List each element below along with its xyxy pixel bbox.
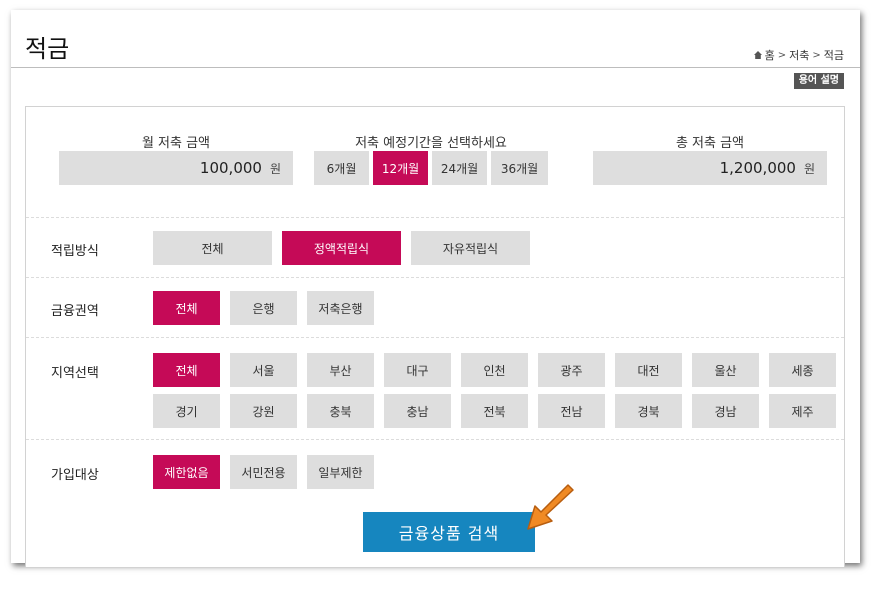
region-option[interactable]: 인천 — [461, 353, 528, 387]
monthly-amount-label: 월 저축 금액 — [141, 136, 211, 151]
region-label: 지역선택 — [51, 366, 99, 381]
region-option[interactable]: 광주 — [538, 353, 605, 387]
chevron-right-icon: > — [812, 49, 821, 61]
period-12-months-button[interactable]: 12개월 — [373, 151, 428, 185]
region-option[interactable]: 경기 — [153, 394, 220, 428]
method-option-free[interactable]: 자유적립식 — [411, 231, 530, 265]
section-divider — [26, 277, 844, 278]
breadcrumb-savings[interactable]: 저축 — [789, 47, 809, 63]
breadcrumb-current: 적금 — [823, 49, 844, 62]
method-label: 적립방식 — [51, 244, 99, 259]
breadcrumb: 홈 > 저축 > 적금 — [753, 47, 844, 63]
eligibility-option-partial[interactable]: 일부제한 — [307, 455, 374, 489]
header-divider — [11, 67, 860, 68]
period-24-months-button[interactable]: 24개월 — [432, 151, 487, 185]
region-option[interactable]: 전북 — [461, 394, 528, 428]
glossary-button[interactable]: 용어 설명 — [793, 73, 844, 89]
main-panel: 적금 홈 > 저축 > 적금 용어 설명 월 저축 금액 저축 예정기간을 선택… — [11, 10, 860, 567]
region-option[interactable]: 충남 — [384, 394, 451, 428]
financial-product-search-button[interactable]: 금융상품 검색 — [363, 512, 535, 552]
sector-option-all[interactable]: 전체 — [153, 291, 220, 325]
region-option[interactable]: 강원 — [230, 394, 297, 428]
region-option[interactable]: 부산 — [307, 353, 374, 387]
currency-unit: 원 — [803, 161, 815, 176]
region-option[interactable]: 울산 — [692, 353, 759, 387]
eligibility-option-low-income[interactable]: 서민전용 — [230, 455, 297, 489]
method-option-fixed[interactable]: 정액적립식 — [282, 231, 401, 265]
section-divider — [26, 439, 844, 440]
period-6-months-button[interactable]: 6개월 — [314, 151, 369, 185]
monthly-amount-field[interactable]: 100,000 원 — [59, 151, 293, 185]
region-option[interactable]: 대구 — [384, 353, 451, 387]
period-label: 저축 예정기간을 선택하세요 — [355, 136, 507, 151]
region-option[interactable]: 전체 — [153, 353, 220, 387]
method-option-all[interactable]: 전체 — [153, 231, 272, 265]
region-option[interactable]: 서울 — [230, 353, 297, 387]
monthly-amount-value: 100,000 — [199, 159, 262, 177]
pointer-arrow-icon — [527, 484, 574, 530]
region-option[interactable]: 전남 — [538, 394, 605, 428]
region-option[interactable]: 대전 — [615, 353, 682, 387]
page-title: 적금 — [25, 35, 70, 63]
region-option[interactable]: 충북 — [307, 394, 374, 428]
eligibility-option-unrestricted[interactable]: 제한없음 — [153, 455, 220, 489]
search-form: 월 저축 금액 저축 예정기간을 선택하세요 총 저축 금액 100,000 원… — [25, 106, 845, 567]
region-option[interactable]: 세종 — [769, 353, 836, 387]
home-icon[interactable] — [753, 51, 762, 59]
currency-unit: 원 — [269, 161, 281, 176]
eligibility-label: 가입대상 — [51, 468, 99, 483]
region-option[interactable]: 제주 — [769, 394, 836, 428]
sector-option-savings-bank[interactable]: 저축은행 — [307, 291, 374, 325]
region-option[interactable]: 경남 — [692, 394, 759, 428]
chevron-right-icon: > — [777, 49, 787, 61]
total-amount-field: 1,200,000 원 — [593, 151, 827, 185]
total-amount-value: 1,200,000 — [719, 159, 796, 177]
section-divider — [26, 337, 844, 338]
period-36-months-button[interactable]: 36개월 — [491, 151, 548, 185]
sector-label: 금융권역 — [51, 304, 99, 319]
breadcrumb-home[interactable]: 홈 — [765, 47, 775, 63]
region-option[interactable]: 경북 — [615, 394, 682, 428]
section-divider — [26, 217, 844, 218]
sector-option-bank[interactable]: 은행 — [230, 291, 297, 325]
total-amount-label: 총 저축 금액 — [675, 136, 745, 151]
